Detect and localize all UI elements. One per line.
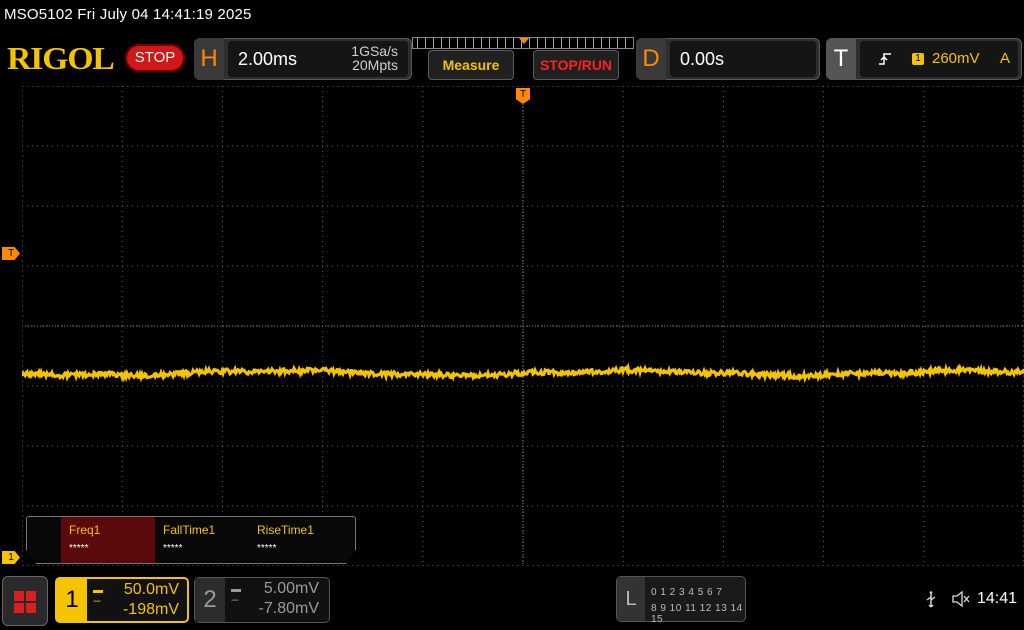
menu-grid-icon [14,591,36,613]
trigger-level-marker[interactable]: T [2,247,20,260]
measurement-results: Freq1 ***** FallTime1 ***** RiseTime1 **… [26,516,356,564]
trigger-position-marker-top [519,38,529,44]
dc-coupling-icon: ▬ ‐‐‐ [231,584,240,606]
logic-channels-row-2: 8 9 10 11 12 13 14 15 [651,603,745,625]
usb-icon [925,591,937,614]
channel-1-panel[interactable]: 1 ▬ ‐‐‐ 50.0mV -198mV [55,577,189,623]
stop-run-button[interactable]: STOP/RUN [533,50,619,80]
measurement-name: FallTime1 [163,523,241,537]
measurement-item[interactable]: FallTime1 ***** [155,517,249,563]
measurement-name: Freq1 [69,523,147,537]
logic-label: L [617,577,645,621]
measure-button[interactable]: Measure [428,50,514,80]
memory-depth: 20Mpts [352,58,398,72]
delay-panel[interactable]: D 0.00s [636,38,820,80]
speaker-muted-icon[interactable] [951,590,971,613]
measurement-value: ***** [257,543,335,554]
trigger-label: T [826,38,856,80]
sample-rate: 1GSa/s [351,44,398,58]
channel-2-offset: -7.80mV [259,600,319,618]
logic-channels-row-1: 0 1 2 3 4 5 6 7 [651,587,722,598]
channel-2-number: 2 [195,578,225,622]
measurement-item[interactable]: RiseTime1 ***** [249,517,343,563]
trigger-source-badge: 1 [912,53,924,65]
dc-coupling-icon: ▬ ‐‐‐ [93,585,102,607]
timebase-scale: 2.00ms [238,49,297,69]
ch1-ground-marker[interactable]: 1 [2,551,20,564]
trigger-mode: A [1000,41,1010,77]
status-title: MSO5102 Fri July 04 14:41:19 2025 [4,6,252,23]
graticule [22,86,1024,566]
trigger-settings: 1 260mV A [860,41,1018,77]
horizontal-label: H [194,38,224,80]
channel-1-scale: 50.0mV [124,581,179,599]
measurement-value: ***** [69,543,147,554]
waveform-display[interactable] [22,86,1024,566]
channel-1-offset: -198mV [123,601,179,619]
logic-analyzer-panel[interactable]: L 0 1 2 3 4 5 6 7 8 9 10 11 12 13 14 15 [616,576,746,622]
delay-label: D [636,38,666,80]
channel-2-scale: 5.00mV [264,580,319,598]
main-menu-button[interactable] [2,576,48,626]
measurement-value: ***** [163,543,241,554]
trigger-level: 260mV [932,41,980,77]
horizontal-panel[interactable]: H 2.00ms 1GSa/s 20Mpts [194,38,412,80]
channel-2-panel[interactable]: 2 ▬ ‐‐‐ 5.00mV -7.80mV [194,577,330,623]
rising-edge-icon [878,41,892,77]
trigger-panel[interactable]: T 1 260mV A [826,38,1022,80]
measurement-item[interactable]: Freq1 ***** [61,517,155,563]
measurement-name: RiseTime1 [257,523,335,537]
channel-1-number: 1 [57,579,87,621]
run-state-badge: STOP [125,44,185,72]
rigol-logo: RIGOL [7,40,114,77]
system-clock: 14:41 [977,590,1017,608]
delay-value: 0.00s [670,41,816,77]
